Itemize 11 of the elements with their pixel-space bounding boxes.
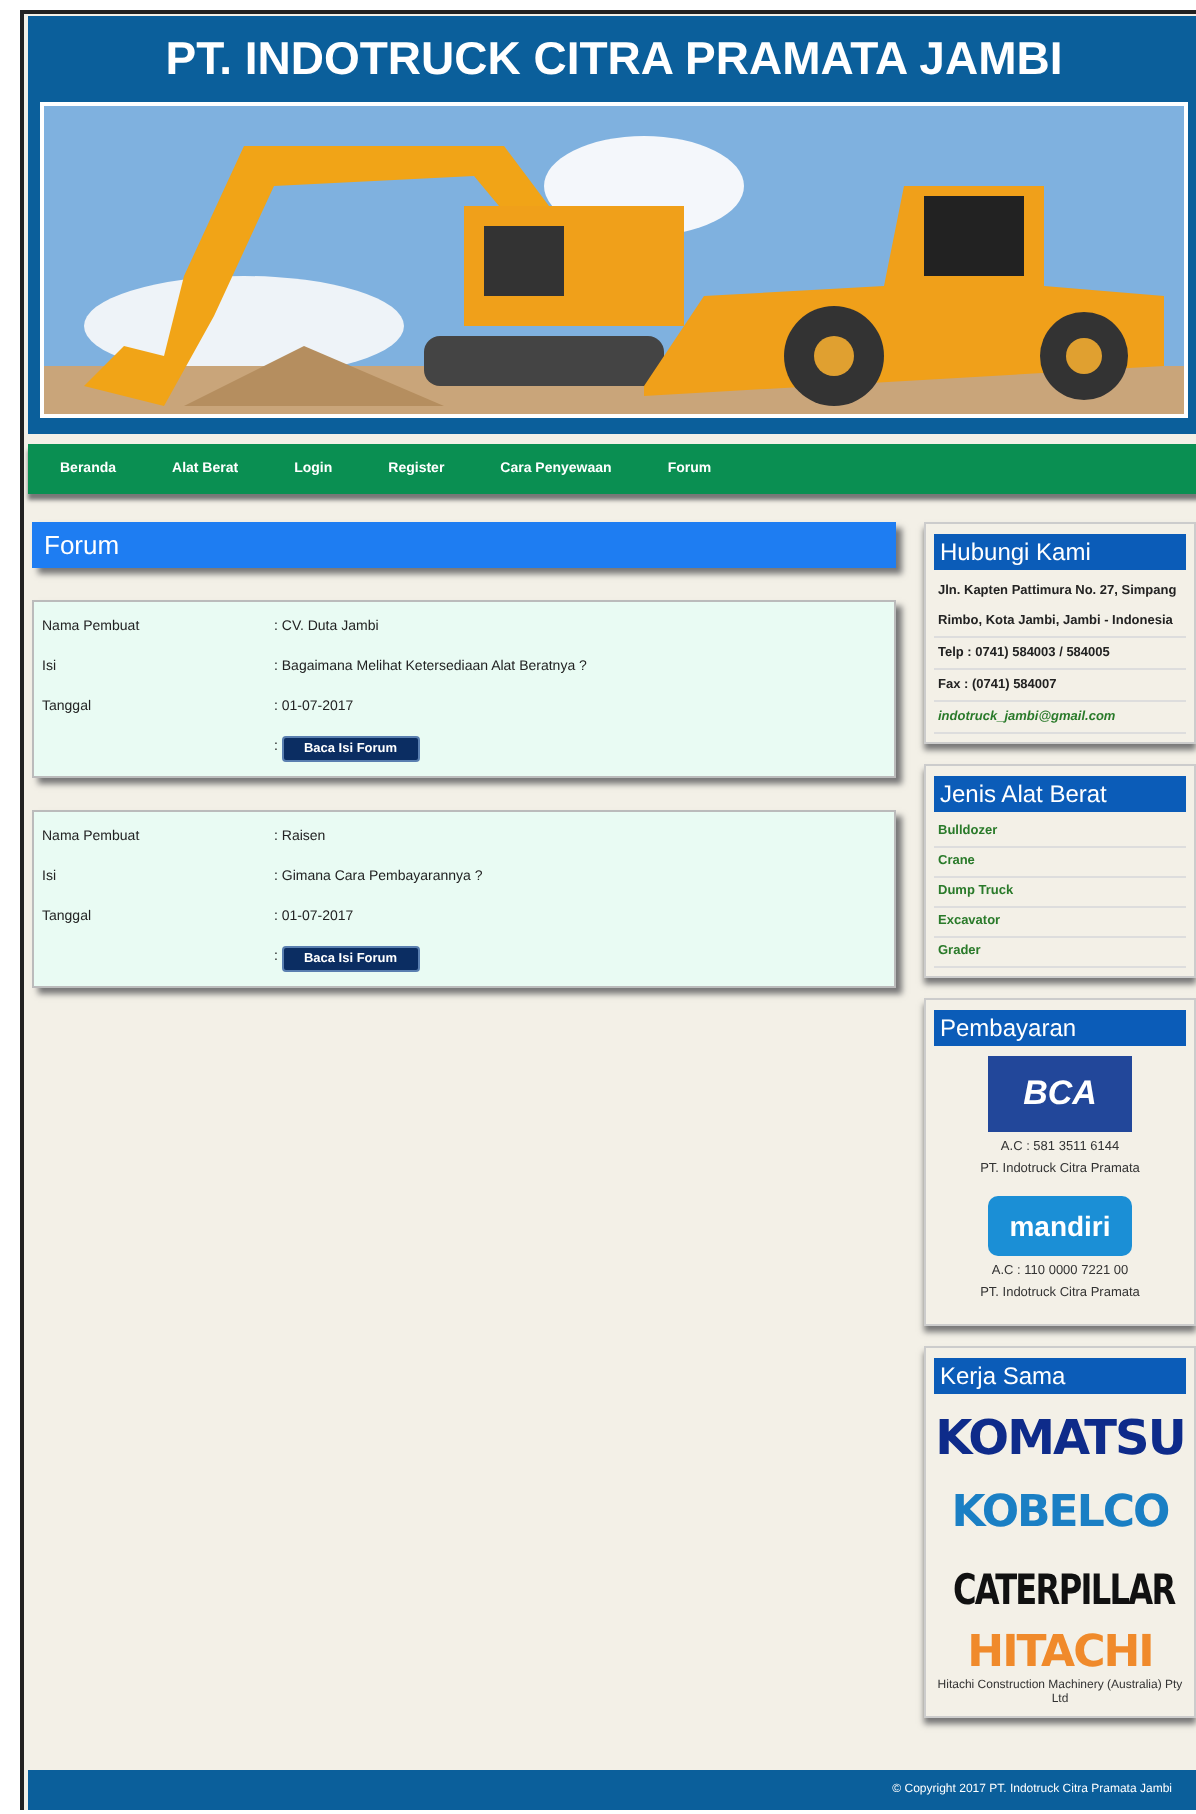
partner-logo: HITACHI: [965, 1628, 1155, 1679]
panel-title: Kerja Sama: [934, 1358, 1186, 1394]
partner-logo: KOBELCO: [949, 1486, 1171, 1542]
partner-logo: KOMATSU: [934, 1408, 1186, 1470]
panel-title: Jenis Alat Berat: [934, 776, 1186, 812]
panel-title: Pembayaran: [934, 1010, 1186, 1046]
bank-logo: mandiri: [988, 1196, 1132, 1256]
panel-title: Hubungi Kami: [934, 534, 1186, 570]
bank-logo: BCA: [988, 1056, 1132, 1132]
site-title: PT. INDOTRUCK CITRA PRAMATA JAMBI: [165, 32, 1063, 86]
section-title: Forum: [32, 522, 896, 568]
